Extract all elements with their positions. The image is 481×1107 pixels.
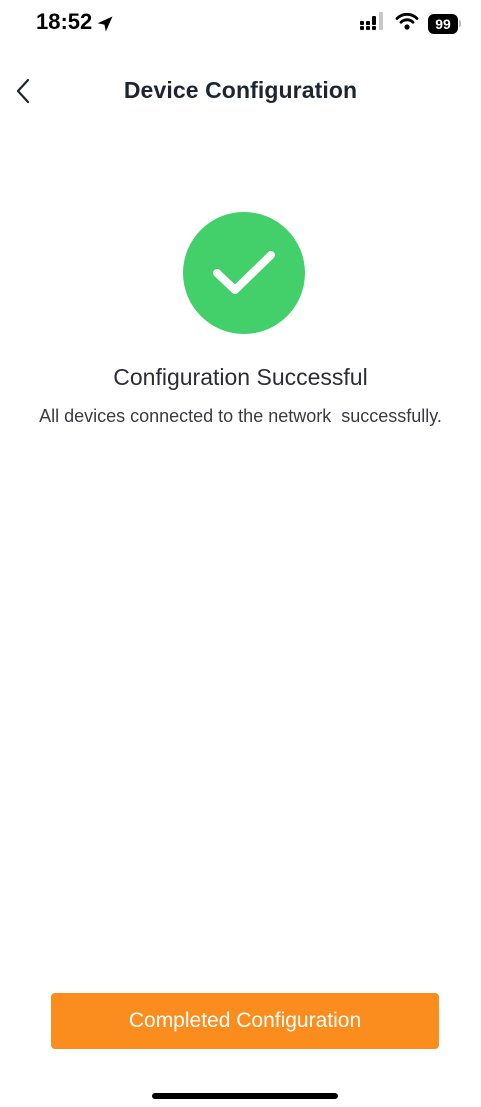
- location-arrow-icon: [96, 13, 114, 32]
- battery-tip: [459, 20, 461, 27]
- wifi-icon: [395, 12, 419, 35]
- success-message: All devices connected to the network suc…: [39, 406, 442, 426]
- home-indicator: [152, 1093, 338, 1099]
- page-title: Device Configuration: [123, 77, 358, 103]
- status-indicators: 99: [360, 12, 461, 35]
- complete-configuration-button[interactable]: Completed Configuration: [51, 993, 439, 1049]
- device-configuration-screen: 18:52 99 Device Configuration Configurat…: [0, 0, 481, 1107]
- check-circle-icon: [183, 212, 305, 334]
- status-time: 18:52: [36, 9, 93, 34]
- status-bar: 18:52 99: [0, 0, 481, 46]
- nav-header: Device Configuration: [0, 60, 481, 122]
- success-title: Configuration Successful: [113, 364, 368, 390]
- signal-bars-icon: [360, 12, 386, 35]
- battery-icon: 99: [428, 13, 461, 34]
- status-time-group: 18:52: [36, 9, 114, 35]
- battery-level: 99: [428, 13, 458, 34]
